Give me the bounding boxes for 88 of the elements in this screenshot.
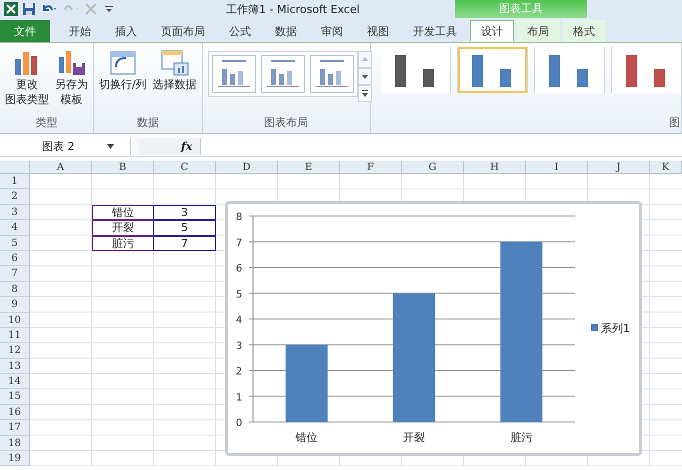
ribbon-tab[interactable]: 公式 [218,20,262,42]
ribbon-tab[interactable]: 页面布局 [150,20,216,42]
y-tick-label: 7 [236,238,242,249]
row-header[interactable]: 5 [0,236,30,251]
x-category-label: 脏污 [510,431,532,444]
row-header[interactable]: 10 [0,312,30,328]
table-cell: 脏污 [92,236,154,251]
chart-area[interactable]: 0 1 2 3 4 5 6 7 8 错位 开裂 脏污 系列1 [225,201,642,456]
y-tick-label: 4 [236,315,242,326]
context-tab-header: 图表工具 [455,0,587,18]
more-icon[interactable] [358,85,372,102]
row-header[interactable]: 6 [0,250,30,266]
ribbon-button[interactable]: 切换行/列 [96,47,150,94]
chart-save-icon [56,49,86,77]
chart-style-thumbnail[interactable] [534,47,604,93]
x-category-label: 错位 [296,431,318,444]
column-header[interactable]: G [402,161,464,174]
row-header[interactable]: 18 [0,436,30,452]
chart-layout-thumbnail[interactable] [212,55,256,93]
y-tick-label: 8 [236,212,242,223]
row-header[interactable]: 11 [0,328,30,344]
chart-style-thumbnail[interactable] [458,47,527,93]
ribbon-tab[interactable]: 审阅 [310,20,354,42]
row-header[interactable]: 3 [0,204,30,220]
row-header[interactable]: 16 [0,404,30,420]
column-header[interactable]: E [278,161,340,174]
chart-style-thumbnail[interactable] [380,47,450,93]
column-header[interactable]: K [650,161,682,174]
ribbon-tab[interactable]: 格式 [562,20,606,42]
y-tick-label: 6 [236,264,242,274]
dropdown-icon [107,144,114,149]
ribbon-button[interactable]: 选择数据 [150,47,200,94]
excel-icon[interactable] [4,2,18,16]
row-header[interactable]: 7 [0,266,30,282]
column-header[interactable]: I [526,161,588,174]
table-cell: 3 [154,204,216,220]
y-tick-label: 2 [236,366,242,378]
ribbon-tab[interactable]: 开始 [58,20,102,42]
chart-layout-thumbnail[interactable] [261,55,306,93]
column-header[interactable]: F [340,161,402,174]
row-header[interactable]: 13 [0,358,30,374]
ribbon-tab[interactable]: 开发工具 [402,20,468,42]
column-header[interactable]: B [92,161,154,174]
x-category-label: 开裂 [403,431,425,444]
group-label: 图表布局 [264,115,308,131]
y-tick-label: 0 [236,418,242,429]
row-header[interactable]: 2 [0,189,30,205]
group-label: 类型 [36,115,58,131]
row-header[interactable]: 9 [0,297,30,313]
ribbon-tab[interactable]: 插入 [104,20,148,42]
column-header[interactable]: A [30,161,92,174]
row-header[interactable]: 14 [0,374,30,390]
row-header[interactable]: 8 [0,282,30,298]
y-tick-label: 3 [236,340,242,352]
column-header[interactable]: J [588,161,650,174]
chart-layout-thumbnail[interactable] [310,55,354,93]
window-title: 工作簿1 - Microsoft Excel [226,2,360,17]
row-header[interactable]: 15 [0,389,30,405]
ribbon-tab[interactable]: 设计 [470,20,514,42]
ribbon-button[interactable]: 另存为 模板 [52,47,91,109]
table-cell: 错位 [92,204,154,220]
column-header[interactable]: C [154,161,216,174]
ribbon-tab[interactable]: 视图 [356,20,400,42]
y-tick-label: 1 [236,392,242,404]
row-header[interactable]: 17 [0,420,30,436]
group-label: 图 [669,115,681,131]
y-tick-label: 5 [236,289,242,300]
row-header[interactable]: 1 [0,174,30,190]
select-data-icon [160,49,190,77]
row-header[interactable]: 4 [0,220,30,236]
save-icon[interactable] [22,2,36,16]
scroll-down-icon[interactable] [358,68,372,85]
column-header[interactable]: H [464,161,526,174]
ribbon-tab[interactable]: 布局 [516,20,560,42]
table-cell: 5 [154,220,216,236]
column-header[interactable]: D [216,161,278,174]
ribbon-button[interactable]: 更改 图表类型 [2,47,52,109]
insert-function-button[interactable]: fx [131,138,200,155]
ribbon-tab[interactable]: 数据 [264,20,308,42]
table-cell: 开裂 [92,220,154,236]
group-label: 数据 [136,115,159,131]
ribbon-tab[interactable]: 文件 [0,20,50,42]
table-switch-icon [108,49,138,77]
legend-label: 系列1 [601,322,630,335]
chart-style-thumbnail[interactable] [612,47,681,93]
row-header[interactable]: 12 [0,343,30,359]
table-cell: 7 [154,236,216,251]
row-header[interactable]: 19 [0,451,30,466]
